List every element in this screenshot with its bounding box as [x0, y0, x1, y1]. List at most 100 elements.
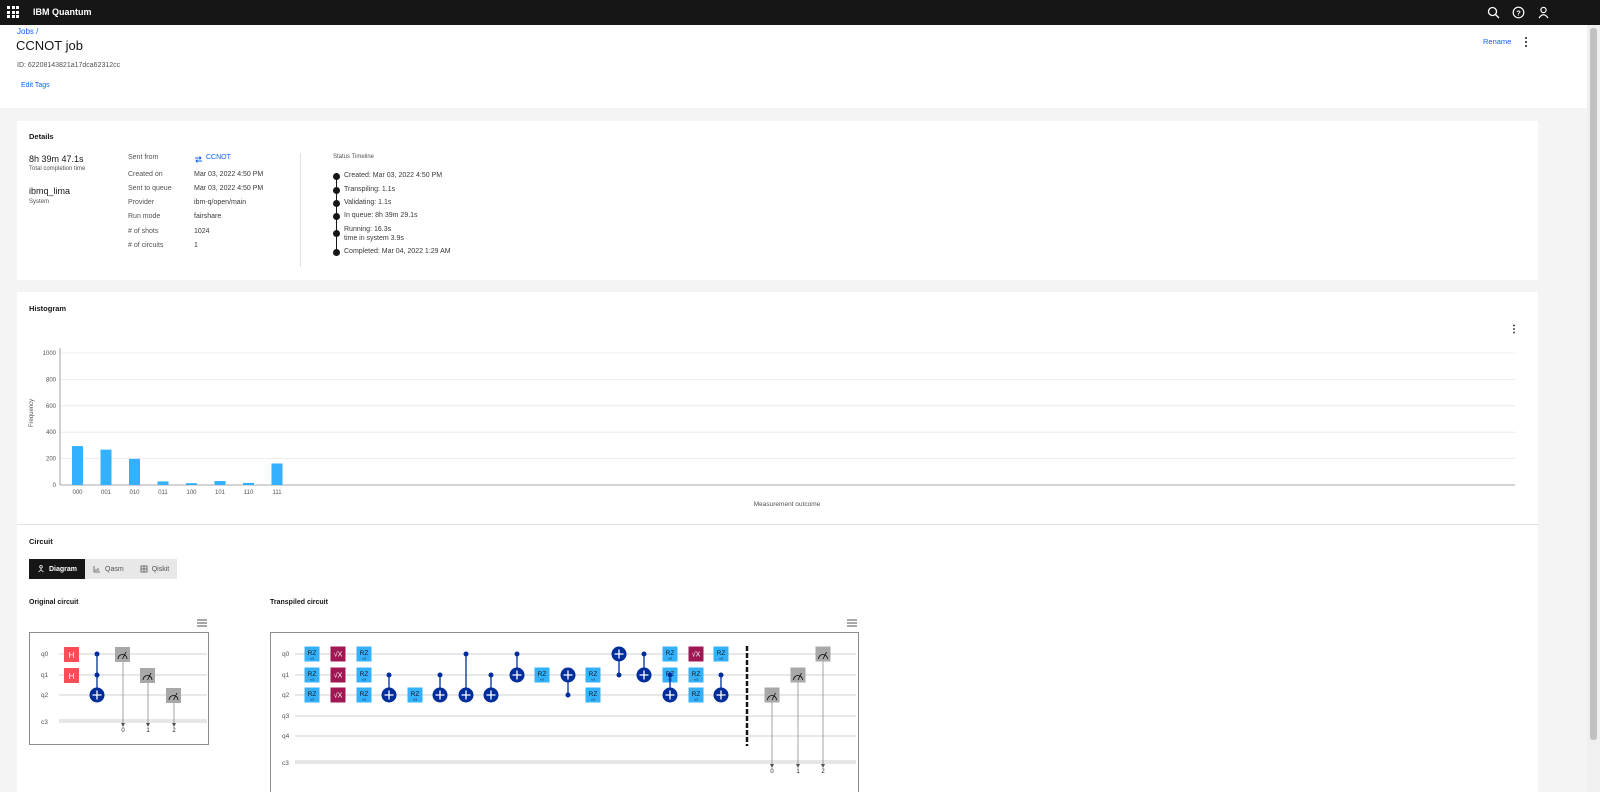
timeline-running: Running: 16.3s	[344, 226, 392, 233]
sent-to-queue-value: Mar 03, 2022 4:50 PM	[194, 185, 264, 192]
histogram-title: Histogram	[29, 304, 67, 313]
svg-text:H: H	[69, 672, 75, 681]
timeline-completed: Completed: Mar 04, 2022 1:29 AM	[344, 248, 451, 255]
qubit-label-q3: q3	[282, 713, 290, 720]
timeline-check-icon	[333, 230, 340, 237]
table-icon	[140, 565, 148, 573]
timeline-check-icon	[333, 249, 340, 256]
timeline-check-icon	[333, 213, 340, 220]
job-id: ID: 62208143821a17dca62312cc	[17, 62, 121, 69]
total-completion-time-label: Total completion time	[29, 166, 86, 172]
qubit-label-q1: q1	[282, 672, 290, 679]
original-circuit-title: Original circuit	[29, 599, 79, 606]
x-tick-label: 010	[129, 490, 140, 496]
chart-overflow-menu-icon[interactable]	[1511, 323, 1517, 335]
qubit-label-q0: q0	[282, 651, 290, 658]
y-tick-label: 0	[53, 483, 57, 489]
chart-icon	[93, 566, 101, 573]
x-axis-label: Measurement outcome	[754, 501, 821, 508]
h-gate: H	[64, 647, 79, 662]
timeline-check-icon	[333, 187, 340, 194]
svg-text:q1: q1	[282, 672, 290, 679]
system-name: ibmq_lima	[29, 186, 71, 196]
x-tick-label: 011	[158, 490, 168, 496]
circuits-value: 1	[194, 242, 198, 249]
x-tick-label: 100	[186, 490, 197, 496]
rz-gate: RZπ/2	[356, 687, 372, 703]
svg-text:π/2: π/2	[413, 698, 418, 702]
rz-gate: RZπ/2	[304, 687, 320, 703]
svg-text:?: ?	[1516, 8, 1521, 17]
diagram-icon	[38, 565, 44, 573]
tab-qiskit-label: Qiskit	[151, 565, 170, 573]
timeline-in-queue: In queue: 8h 39m 29.1s	[344, 212, 418, 219]
shots-value: 1024	[194, 228, 210, 235]
transpiled-circuit-menu-icon[interactable]	[847, 619, 857, 627]
timeline-created: Created: Mar 03, 2022 4:50 PM	[344, 172, 443, 179]
histogram-bar	[186, 483, 197, 485]
details-title: Details	[29, 132, 54, 141]
svg-text:√X: √X	[692, 651, 701, 659]
timeline-check-icon	[333, 200, 340, 207]
search-icon[interactable]	[1487, 6, 1500, 19]
user-icon[interactable]	[1537, 6, 1550, 19]
histogram-bar	[157, 481, 169, 485]
transpiled-circuit-diagram: q0 q1 q2 q3 q4 c3 RZπ/2 RZπ/2 RZπ/2 √X √X √X R…	[270, 632, 859, 792]
rz-gate: RZπ/2	[356, 646, 372, 662]
timeline-transpiling: Transpiling: 1.1s	[344, 186, 396, 193]
created-on-label: Created on	[128, 171, 163, 178]
y-tick-label: 600	[46, 404, 57, 410]
sx-gate: √X	[688, 646, 704, 662]
timeline-check-icon	[333, 173, 340, 180]
provider-value: ibm-q/open/main	[194, 199, 247, 206]
histogram-bar	[243, 482, 254, 485]
rename-button[interactable]: Rename	[1483, 37, 1511, 46]
tab-diagram-label: Diagram	[49, 565, 78, 573]
y-tick-label: 800	[46, 377, 57, 383]
svg-text:√X: √X	[334, 651, 343, 659]
classical-label-c3: c3	[282, 760, 289, 767]
help-icon[interactable]: ?	[1512, 6, 1525, 19]
svg-text:q0: q0	[282, 651, 290, 658]
run-mode-value: fairshare	[194, 213, 222, 220]
app-switcher-icon[interactable]	[7, 6, 19, 18]
rz-gate: RZπ/2	[534, 667, 550, 683]
tab-qasm[interactable]: Qasm	[85, 559, 132, 579]
rz-gate: RZπ/2	[713, 646, 729, 662]
rz-gate: RZπ/2	[662, 646, 678, 662]
section-divider	[17, 524, 1538, 525]
qubit-label-q0: q0	[41, 651, 49, 658]
qubit-label-q2: q2	[282, 692, 290, 699]
histogram-bar	[100, 449, 112, 485]
tab-diagram[interactable]: Diagram	[29, 559, 86, 579]
top-navigation-bar: IBM Quantum ?	[0, 0, 1600, 25]
overflow-menu-icon[interactable]	[1523, 35, 1529, 49]
histogram-bar	[271, 463, 283, 485]
timeline-validating: Validating: 1.1s	[344, 199, 392, 206]
svg-text:π/2: π/2	[310, 657, 315, 661]
circuit-title: Circuit	[29, 537, 53, 546]
circuits-label: # of circuits	[128, 242, 164, 249]
h-gate: H	[64, 668, 79, 683]
qubit-label-q1: q1	[41, 672, 49, 679]
svg-text:π/2: π/2	[310, 698, 315, 702]
circuit-view-tabs: Diagram Qasm Qiskit	[29, 559, 178, 579]
brand-name[interactable]: IBM Quantum	[33, 7, 92, 17]
qubit-label-q2: q2	[41, 692, 49, 699]
tab-qiskit[interactable]: Qiskit	[132, 559, 178, 579]
breadcrumb-jobs[interactable]: Jobs /	[17, 27, 38, 36]
original-circuit-menu-icon[interactable]	[197, 619, 207, 627]
svg-text:q4: q4	[282, 733, 290, 740]
histogram-chart: Frequency Measurement outcome 0 200 400 600…	[29, 348, 1515, 508]
svg-text:c3: c3	[41, 719, 48, 726]
sent-from-link[interactable]: CCNOT	[206, 154, 231, 161]
edit-tags-link[interactable]: Edit Tags	[21, 82, 50, 89]
tab-qasm-label: Qasm	[105, 565, 124, 573]
svg-text:π/2: π/2	[591, 698, 596, 702]
x-tick-label: 101	[215, 490, 226, 496]
rz-gate: RZπ/2	[688, 667, 704, 683]
page-scrollbar[interactable]	[1587, 25, 1600, 792]
svg-text:√X: √X	[334, 692, 343, 700]
scrollbar-thumb[interactable]	[1590, 28, 1597, 740]
svg-text:π/2: π/2	[694, 698, 699, 702]
